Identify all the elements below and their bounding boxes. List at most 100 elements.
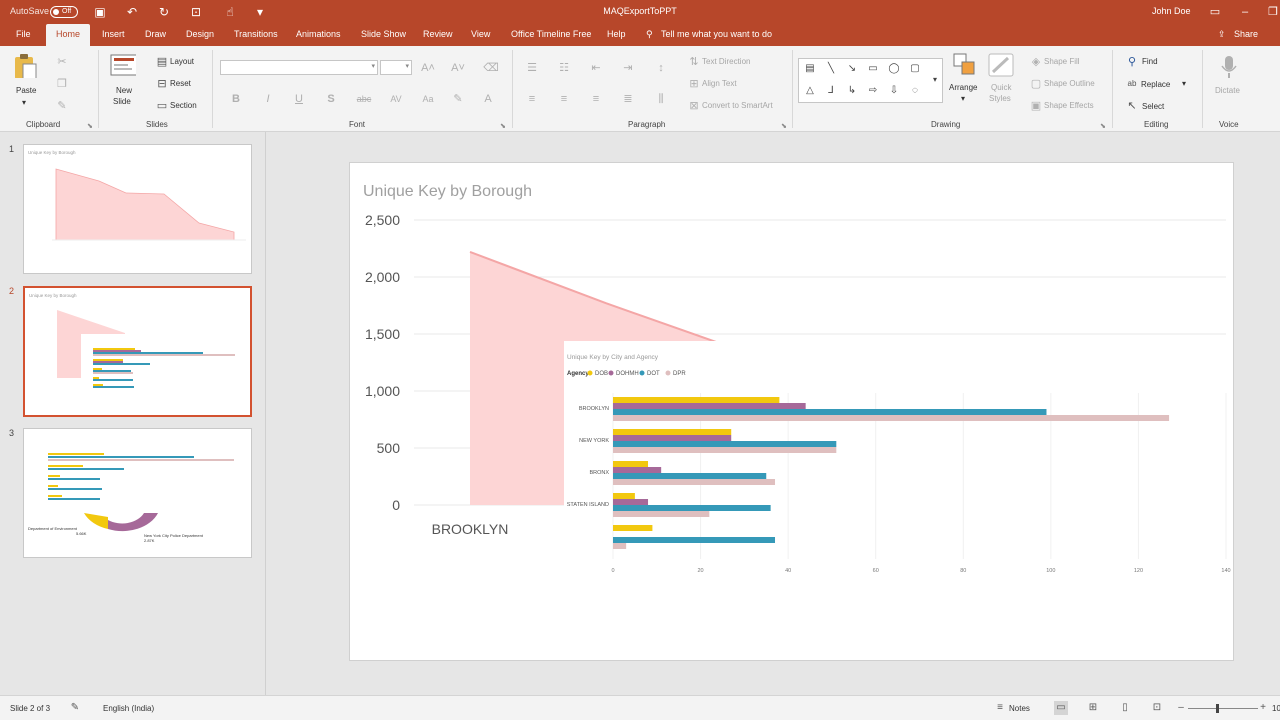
format-painter-icon[interactable]: ✎: [54, 98, 70, 114]
language-indicator[interactable]: English (India): [103, 704, 154, 713]
tab-help[interactable]: Help: [607, 29, 626, 39]
down-arrow-shape-icon[interactable]: ⇩: [887, 84, 901, 98]
font-launcher-icon[interactable]: ⬊: [500, 122, 506, 130]
zoom-slider[interactable]: [1188, 708, 1258, 709]
reset-button[interactable]: Reset: [170, 79, 191, 88]
textbox-shape-icon[interactable]: ▤: [803, 62, 817, 76]
slide-thumbnail-1[interactable]: Unique Key by Borough: [23, 144, 252, 274]
highlight-icon[interactable]: ✎: [450, 91, 466, 107]
elbow-connector-icon[interactable]: ⅃: [824, 84, 838, 98]
tab-transitions[interactable]: Transitions: [234, 29, 278, 39]
shadow-button[interactable]: S: [323, 91, 339, 107]
new-slide-label-1[interactable]: New: [116, 86, 132, 95]
shape-fill-button[interactable]: Shape Fill: [1044, 57, 1080, 66]
tab-design[interactable]: Design: [186, 29, 214, 39]
paste-dropdown-icon[interactable]: ▾: [22, 98, 26, 107]
align-left-icon[interactable]: ≡: [524, 91, 540, 107]
line-spacing-icon[interactable]: ↕: [653, 60, 669, 76]
right-arrow-shape-icon[interactable]: ⇨: [866, 84, 880, 98]
quick-styles-icon[interactable]: [988, 52, 1014, 78]
bold-button[interactable]: B: [228, 91, 244, 107]
align-text-button[interactable]: Align Text: [702, 79, 737, 88]
elbow-arrow-icon[interactable]: ↳: [845, 84, 859, 98]
smartart-button[interactable]: Convert to SmartArt: [702, 101, 773, 110]
normal-view-icon[interactable]: ▭: [1054, 701, 1068, 715]
font-size-combo[interactable]: [380, 60, 412, 75]
strikethrough-button[interactable]: abc: [354, 91, 374, 107]
font-color-button[interactable]: A: [480, 91, 496, 107]
zoom-out-icon[interactable]: –: [1174, 701, 1188, 715]
tab-file[interactable]: File: [16, 29, 31, 39]
italic-button[interactable]: I: [260, 91, 276, 107]
shape-outline-button[interactable]: Shape Outline: [1044, 79, 1095, 88]
zoom-level[interactable]: 10: [1272, 704, 1280, 713]
slideshow-view-icon[interactable]: ⊡: [1150, 701, 1164, 715]
rounded-rect-shape-icon[interactable]: ▢: [908, 62, 922, 76]
decrease-indent-icon[interactable]: ⇤: [588, 60, 604, 76]
rectangle-shape-icon[interactable]: ▭: [866, 62, 880, 76]
drawing-launcher-icon[interactable]: ⬊: [1100, 122, 1106, 130]
align-center-icon[interactable]: ≡: [556, 91, 572, 107]
quick-styles-label-1[interactable]: Quick: [991, 83, 1011, 92]
shape-effects-button[interactable]: Shape Effects: [1044, 101, 1094, 110]
notes-button[interactable]: Notes: [1009, 704, 1030, 713]
zoom-in-icon[interactable]: +: [1256, 701, 1270, 715]
tab-insert[interactable]: Insert: [102, 29, 125, 39]
arrange-icon[interactable]: [952, 52, 978, 78]
freeform-shape-icon[interactable]: ◌: [908, 84, 922, 98]
shrink-font-icon[interactable]: A˅: [450, 60, 466, 76]
dictate-button[interactable]: Dictate: [1215, 86, 1240, 95]
replace-button[interactable]: Replace: [1141, 80, 1170, 89]
restore-icon[interactable]: ❐: [1264, 3, 1280, 21]
share-button[interactable]: Share: [1234, 29, 1258, 39]
section-button[interactable]: Section: [170, 101, 197, 110]
increase-indent-icon[interactable]: ⇥: [620, 60, 636, 76]
grow-font-icon[interactable]: A˄: [420, 60, 436, 76]
char-spacing-button[interactable]: AV: [386, 91, 406, 107]
tab-review[interactable]: Review: [423, 29, 453, 39]
tab-animations[interactable]: Animations: [296, 29, 341, 39]
user-name[interactable]: John Doe: [1152, 6, 1191, 16]
clear-format-icon[interactable]: ⌫: [483, 60, 499, 76]
quick-styles-label-2[interactable]: Styles: [989, 94, 1011, 103]
paste-button[interactable]: Paste: [16, 86, 36, 95]
clipboard-launcher-icon[interactable]: ⬊: [87, 122, 93, 130]
slide-counter[interactable]: Slide 2 of 3: [10, 704, 50, 713]
bullets-icon[interactable]: ☰: [524, 60, 540, 76]
cut-icon[interactable]: ✂: [54, 54, 70, 70]
arrow-line-shape-icon[interactable]: ↘: [845, 62, 859, 76]
microphone-icon[interactable]: [1216, 54, 1242, 80]
replace-dropdown-icon[interactable]: ▾: [1182, 79, 1186, 88]
text-direction-button[interactable]: Text Direction: [702, 57, 750, 66]
minimize-icon[interactable]: –: [1236, 3, 1254, 21]
paste-icon[interactable]: [12, 52, 38, 78]
tab-view[interactable]: View: [471, 29, 490, 39]
columns-icon[interactable]: ⫼: [653, 91, 669, 107]
tab-slide-show[interactable]: Slide Show: [361, 29, 406, 39]
underline-button[interactable]: U: [291, 91, 307, 107]
find-button[interactable]: Find: [1142, 57, 1158, 66]
ribbon-display-icon[interactable]: ▭: [1206, 3, 1224, 21]
arrange-button[interactable]: Arrange: [949, 83, 977, 92]
justify-icon[interactable]: ≣: [620, 91, 636, 107]
slide-canvas[interactable]: Unique Key by Borough 2,500 2,000 1,500 1,00…: [349, 162, 1234, 661]
align-right-icon[interactable]: ≡: [588, 91, 604, 107]
font-name-combo[interactable]: [220, 60, 378, 75]
tab-home[interactable]: Home: [46, 24, 91, 46]
new-slide-icon[interactable]: [110, 54, 136, 80]
tell-me-box[interactable]: Tell me what you want to do: [661, 29, 772, 39]
bar-chart[interactable]: Unique Key by City and Agency Agency DOB DO…: [564, 341, 1234, 661]
tab-draw[interactable]: Draw: [145, 29, 166, 39]
spelling-icon[interactable]: ✎: [68, 701, 82, 715]
shapes-gallery[interactable]: ▤ ╲ ↘ ▭ ◯ ▢ △ ⅃ ↳ ⇨ ⇩ ◌ ▾: [798, 58, 943, 103]
zoom-slider-thumb[interactable]: [1216, 704, 1219, 713]
layout-button[interactable]: Layout: [170, 57, 194, 66]
slide-sorter-icon[interactable]: ⊞: [1086, 701, 1100, 715]
tab-office-timeline[interactable]: Office Timeline Free: [511, 29, 591, 39]
copy-icon[interactable]: ❐: [54, 76, 70, 92]
reading-view-icon[interactable]: ▯: [1118, 701, 1132, 715]
paragraph-launcher-icon[interactable]: ⬊: [781, 122, 787, 130]
oval-shape-icon[interactable]: ◯: [887, 62, 901, 76]
numbering-icon[interactable]: ☷: [556, 60, 572, 76]
new-slide-label-2[interactable]: Slide: [113, 97, 131, 106]
